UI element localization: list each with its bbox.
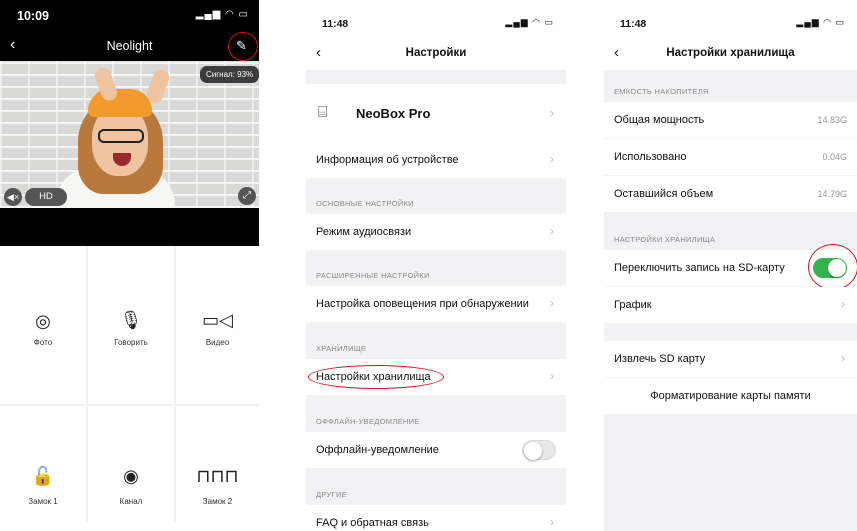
top-bar: 10:09 ▂▄▆ ◠ ▭ ‹ Neolight ✎: [0, 0, 259, 61]
eye-icon: ◉: [123, 466, 139, 486]
video-bottom-bar: [0, 208, 259, 246]
settings-screen: 11:48 ▂▄▆ ◠ ▭ ‹ Настройки ⌸ NeoBox Pro ›…: [306, 8, 566, 531]
chevron-right-icon: ›: [550, 224, 554, 238]
hd-quality-button[interactable]: HD: [25, 188, 67, 206]
total-capacity-row: Общая мощность 14.83G: [604, 102, 857, 138]
remaining-value: 14.79G: [817, 189, 847, 199]
annotation-circle: [228, 32, 258, 61]
control-grid: ◎ Фото 🎙 Говорить ▭◁ Видео 🔓 Замок 1 ◉ К…: [0, 246, 259, 523]
used-row: Использовано 0.04G: [604, 139, 857, 175]
status-time: 11:48: [620, 18, 647, 30]
chevron-right-icon: ›: [550, 152, 554, 166]
lock-icon: 🔓: [31, 466, 55, 486]
device-name: NeoBox Pro: [356, 106, 431, 121]
photo-button[interactable]: ◎ Фото: [0, 246, 86, 404]
page-title: Настройки: [405, 47, 467, 59]
status-bar: 11:48 ▂▄▆ ◠ ▭: [604, 8, 857, 40]
annotation-oval: [808, 244, 857, 290]
lock1-button[interactable]: 🔓 Замок 1: [0, 406, 86, 523]
faq-row[interactable]: FAQ и обратная связь ›: [306, 505, 566, 531]
video-record-button[interactable]: ▭◁ Видео: [176, 246, 259, 404]
status-icons: ▂▄▆ ◠ ▭: [796, 17, 845, 27]
section-header: НАСТРОЙКИ ХРАНИЛИЩА: [614, 235, 716, 244]
live-video[interactable]: [0, 61, 259, 208]
chevron-right-icon: ›: [550, 515, 554, 529]
status-icons: ▂▄▆ ◠ ▭: [195, 9, 249, 20]
format-card-button[interactable]: Форматирование карты памяти: [604, 390, 857, 402]
storage-settings-screen: 11:48 ▂▄▆ ◠ ▭ ‹ Настройки хранилища ЕМКО…: [604, 8, 857, 531]
schedule-row[interactable]: График ›: [604, 287, 857, 323]
section-header: ОСНОВНЫЕ НАСТРОЙКИ: [316, 199, 414, 208]
section-header: РАСШИРЕННЫЕ НАСТРОЙКИ: [316, 271, 430, 280]
status-bar: 11:48 ▂▄▆ ◠ ▭: [306, 8, 566, 40]
chevron-right-icon: ›: [550, 296, 554, 310]
status-time: 11:48: [322, 18, 349, 30]
camera-live-screen: 10:09 ▂▄▆ ◠ ▭ ‹ Neolight ✎ Сигнал: 93% ◀…: [0, 0, 260, 523]
device-row[interactable]: ⌸ NeoBox Pro ›: [306, 84, 566, 142]
nav-bar: ‹ Настройки: [306, 40, 566, 70]
section-header: ЕМКОСТЬ НАКОПИТЕЛЯ: [614, 87, 709, 96]
section-header: ХРАНИЛИЩЕ: [316, 344, 367, 353]
detection-alert-row[interactable]: Настройка оповещения при обнаружении ›: [306, 286, 566, 322]
router-icon: ⌸: [318, 104, 328, 121]
storage-settings-row[interactable]: Настройки хранилища ›: [306, 359, 566, 395]
page-title: Neolight: [106, 39, 153, 53]
lock2-button[interactable]: ⊓⊓⊓ Замок 2: [176, 406, 259, 523]
audio-mode-row[interactable]: Режим аудиосвязи ›: [306, 214, 566, 250]
nav-bar: ‹ Настройки хранилища: [604, 40, 857, 70]
used-value: 0.04G: [822, 152, 847, 162]
status-icons: ▂▄▆ ◠ ▭: [505, 17, 554, 27]
chevron-right-icon: ›: [841, 351, 845, 365]
format-card-row[interactable]: Форматирование карты памяти: [604, 378, 857, 414]
talk-button[interactable]: 🎙 Говорить: [88, 246, 174, 404]
channel-button[interactable]: ◉ Канал: [88, 406, 174, 523]
offline-toggle[interactable]: [522, 440, 556, 460]
chevron-right-icon: ›: [841, 297, 845, 311]
microphone-icon: 🎙: [119, 310, 143, 330]
annotation-oval: [308, 365, 444, 389]
gate-icon: ⊓⊓⊓: [196, 466, 239, 486]
section-header: ОФФЛАЙН-УВЕДОМЛЕНИЕ: [316, 417, 420, 426]
speaker-mute-icon[interactable]: ◀×: [4, 188, 22, 206]
eject-sd-row[interactable]: Извлечь SD карту ›: [604, 341, 857, 377]
offline-notification-row: Оффлайн-уведомление: [306, 432, 566, 468]
chevron-right-icon: ›: [550, 369, 554, 383]
fullscreen-icon[interactable]: ⤢: [238, 187, 256, 205]
video-camera-icon: ▭◁: [202, 310, 233, 330]
total-capacity-value: 14.83G: [817, 115, 847, 125]
remaining-row: Оставшийся объем 14.79G: [604, 176, 857, 212]
section-header: ДРУГИЕ: [316, 490, 347, 499]
camera-icon: ◎: [35, 311, 51, 331]
status-time: 10:09: [17, 9, 49, 23]
chevron-right-icon: ›: [550, 106, 554, 120]
device-info-row[interactable]: Информация об устройстве ›: [306, 142, 566, 178]
signal-badge: Сигнал: 93%: [200, 66, 260, 83]
page-title: Настройки хранилища: [666, 47, 795, 59]
